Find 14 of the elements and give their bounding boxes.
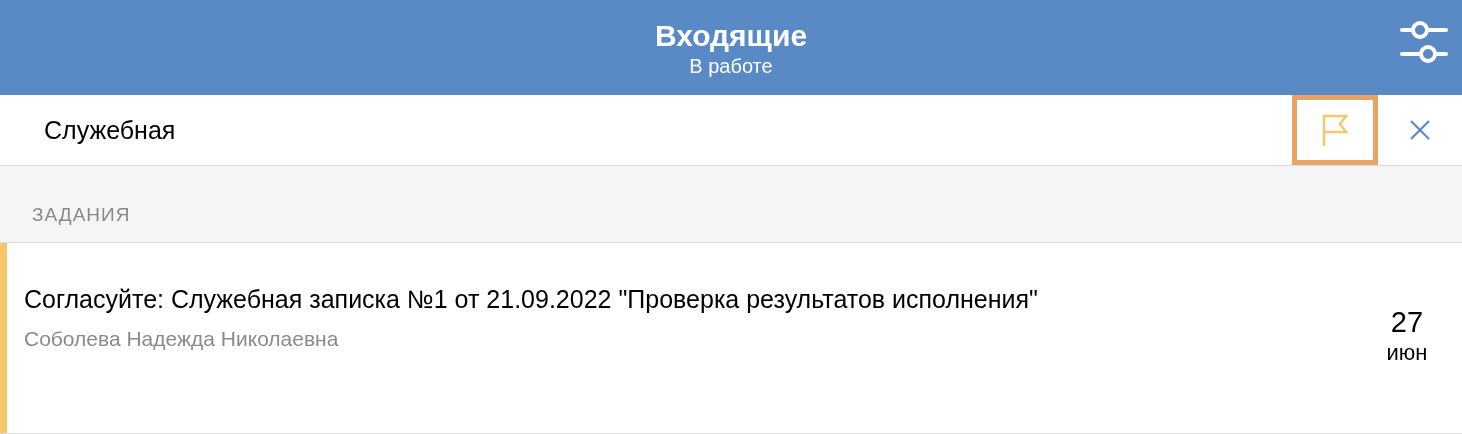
task-title: Согласуйте: Служебная записка №1 от 21.09.2022 "Проверка результатов исполнения" bbox=[24, 284, 1039, 315]
section-title: ЗАДАНИЯ bbox=[32, 204, 131, 226]
task-item[interactable]: Согласуйте: Служебная записка №1 от 21.09.2022 "Проверка результатов исполнения" Соболева Надежда Николаевна 27 июн bbox=[0, 243, 1462, 434]
flag-icon bbox=[1321, 113, 1349, 147]
task-author: Соболева Надежда Николаевна bbox=[24, 327, 340, 351]
date-month: июн bbox=[1385, 339, 1429, 367]
date-day: 27 bbox=[1352, 305, 1462, 339]
search-field[interactable]: Служебная bbox=[0, 100, 1292, 160]
window-title: Входящие bbox=[654, 17, 808, 54]
filter-button[interactable] bbox=[1400, 20, 1448, 64]
filter-sliders-icon bbox=[1400, 20, 1448, 64]
window-subtitle: В работе bbox=[688, 53, 774, 78]
close-icon bbox=[1409, 119, 1431, 141]
flag-button[interactable] bbox=[1292, 95, 1378, 165]
